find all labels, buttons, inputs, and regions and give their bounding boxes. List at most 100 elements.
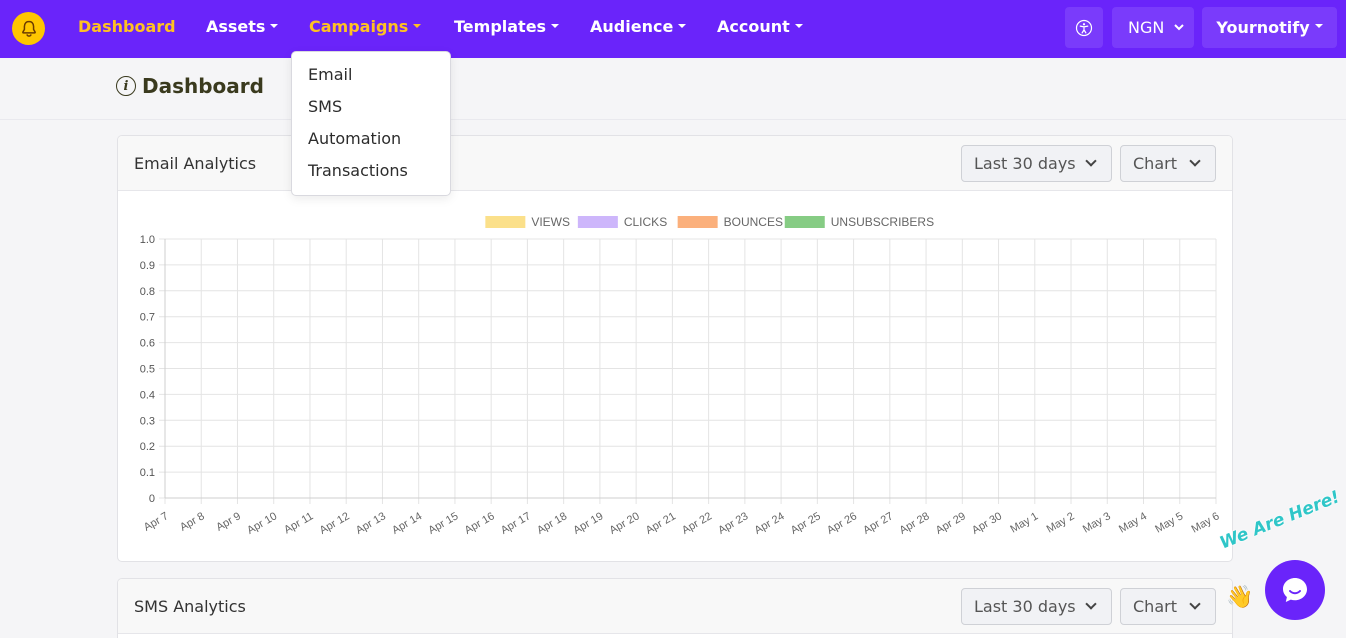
email-range-select[interactable]: Last 30 days: [961, 145, 1112, 182]
page-title: i Dashboard: [116, 74, 264, 98]
email-analytics-chart: 0 0.1 0.2 0.3 0.4 0.5 0.6 0.7 0.8 0.9 1.0 Apr 7 Apr …: [140, 215, 1222, 537]
sms-view-value: Chart: [1133, 597, 1177, 616]
x-tick-label: May 3: [1081, 510, 1113, 535]
currency-value: NGN: [1128, 18, 1165, 37]
y-tick-label: 1.0: [140, 234, 155, 246]
nav-audience[interactable]: Audience: [590, 17, 687, 39]
sms-analytics-card: SMS Analytics Last 30 days Chart: [117, 578, 1233, 638]
chat-tagline: We Are Here!: [1217, 487, 1343, 554]
email-card-header: Email Analytics Last 30 days Chart: [118, 136, 1232, 191]
x-tick-label: May 2: [1045, 510, 1077, 535]
sms-card-title: SMS Analytics: [134, 597, 246, 616]
y-tick-label: 0.3: [140, 415, 155, 427]
top-navbar: Dashboard Assets Campaigns Templates Aud…: [0, 0, 1346, 58]
x-tick-label: Apr 24: [753, 510, 787, 537]
x-tick-label: Apr 22: [680, 510, 714, 537]
legend-label: UNSUBSCRIBERS: [831, 215, 934, 229]
user-name: Yournotify: [1216, 18, 1310, 37]
currency-select[interactable]: NGN: [1112, 7, 1194, 48]
accessibility-icon: [1075, 19, 1093, 36]
nav-dashboard[interactable]: Dashboard: [78, 17, 176, 39]
chevron-down-icon: [1189, 598, 1201, 610]
x-tick-label: May 6: [1190, 510, 1222, 535]
email-analytics-card: Email Analytics Last 30 days Chart 0 0.1 0…: [117, 135, 1233, 562]
x-tick-label: Apr 18: [535, 510, 569, 537]
menu-item-transactions[interactable]: Transactions: [292, 160, 450, 192]
x-tick-label: Apr 26: [825, 510, 859, 537]
menu-item-email[interactable]: Email: [292, 64, 450, 96]
x-tick-label: Apr 30: [970, 510, 1004, 537]
x-tick-label: May 5: [1153, 510, 1185, 535]
x-tick-label: Apr 23: [716, 510, 750, 537]
caret-down-icon: [551, 23, 560, 28]
caret-down-icon: [678, 23, 687, 28]
nav-campaigns[interactable]: Campaigns: [309, 17, 422, 39]
y-tick-label: 0.7: [140, 312, 155, 324]
y-tick-label: 0.2: [140, 441, 155, 453]
y-tick-label: 0.6: [140, 338, 155, 350]
accessibility-button[interactable]: [1065, 7, 1103, 48]
x-tick-label: Apr 8: [178, 510, 207, 534]
y-tick-label: 0.8: [140, 286, 155, 298]
chevron-down-icon: [1085, 598, 1097, 610]
y-tick-label: 0.4: [140, 389, 155, 401]
x-tick-label: Apr 10: [245, 510, 279, 537]
legend-swatch: [485, 216, 526, 228]
sms-card-header: SMS Analytics Last 30 days Chart: [118, 579, 1232, 634]
page-header: i Dashboard: [0, 58, 1346, 120]
x-tick-label: Apr 25: [789, 510, 823, 537]
x-tick-label: Apr 21: [644, 510, 678, 537]
x-tick-label: Apr 14: [390, 510, 424, 537]
y-tick-label: 0.5: [140, 364, 155, 376]
x-tick-label: Apr 17: [499, 510, 533, 537]
sms-view-select[interactable]: Chart: [1120, 588, 1216, 625]
nav-campaigns-label: Campaigns: [309, 17, 409, 36]
caret-down-icon: [1314, 23, 1323, 28]
bell-logo-icon[interactable]: [12, 12, 45, 45]
x-tick-label: Apr 7: [142, 510, 171, 534]
sms-range-value: Last 30 days: [974, 597, 1076, 616]
menu-item-automation[interactable]: Automation: [292, 128, 450, 160]
chevron-down-icon: [1085, 155, 1097, 167]
x-tick-label: Apr 9: [214, 510, 243, 534]
caret-down-icon: [413, 23, 422, 28]
chat-launcher-button[interactable]: [1265, 560, 1325, 620]
x-tick-label: May 4: [1117, 510, 1149, 535]
email-view-select[interactable]: Chart: [1120, 145, 1216, 182]
legend-label: VIEWS: [531, 215, 570, 229]
caret-down-icon: [270, 23, 279, 28]
bell-icon: [21, 20, 36, 37]
nav-assets[interactable]: Assets: [206, 17, 279, 39]
x-tick-label: Apr 16: [463, 510, 497, 537]
chevron-down-icon: [1174, 24, 1184, 31]
menu-item-sms[interactable]: SMS: [292, 96, 450, 128]
x-tick-label: Apr 11: [282, 510, 315, 536]
caret-down-icon: [794, 23, 803, 28]
x-tick-label: Apr 12: [318, 510, 352, 537]
chat-bubble-icon: [1283, 578, 1307, 602]
y-tick-label: 0.9: [140, 260, 155, 272]
email-range-value: Last 30 days: [974, 154, 1076, 173]
x-tick-label: Apr 27: [861, 510, 895, 537]
nav-account[interactable]: Account: [717, 17, 803, 39]
sms-range-select[interactable]: Last 30 days: [961, 588, 1112, 625]
nav-assets-label: Assets: [206, 17, 266, 36]
page-title-text: Dashboard: [142, 74, 264, 98]
chevron-down-icon: [1189, 155, 1201, 167]
nav-templates[interactable]: Templates: [454, 17, 560, 39]
user-menu[interactable]: Yournotify: [1202, 7, 1337, 48]
legend-swatch: [784, 216, 825, 228]
legend-label: CLICKS: [624, 215, 667, 229]
legend-swatch: [577, 216, 618, 228]
campaigns-dropdown-menu: Email SMS Automation Transactions: [291, 51, 451, 196]
y-tick-label: 0: [149, 493, 155, 505]
x-tick-label: Apr 20: [608, 510, 642, 537]
info-icon: i: [116, 76, 136, 96]
legend-label: BOUNCES: [724, 215, 783, 229]
x-tick-label: Apr 29: [934, 510, 968, 537]
x-tick-label: Apr 19: [571, 510, 605, 537]
x-tick-label: Apr 15: [426, 510, 460, 537]
nav-templates-label: Templates: [454, 17, 547, 36]
waving-hand-icon: 👋: [1226, 585, 1254, 610]
x-tick-label: Apr 28: [897, 510, 931, 537]
